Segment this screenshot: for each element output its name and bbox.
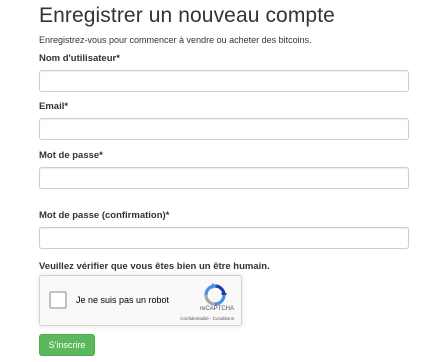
password-confirm-input[interactable]: [39, 227, 409, 249]
password-group: Mot de passe*: [39, 150, 409, 189]
recaptcha-widget: Je ne suis pas un robot reCAPTCHA Confid…: [39, 275, 242, 326]
human-check-note: Veuillez vérifier que vous êtes bien un …: [39, 261, 270, 272]
username-input[interactable]: [39, 70, 409, 92]
page-subtitle: Enregistrez-vous pour commencer à vendre…: [39, 35, 312, 45]
recaptcha-checkbox-label: Je ne suis pas un robot: [76, 295, 170, 305]
username-label: Nom d'utilisateur*: [39, 53, 120, 64]
register-page: Enregistrer un nouveau compte Enregistre…: [39, 0, 411, 356]
recaptcha-logo-icon: [204, 283, 227, 306]
password-confirm-label: Mot de passe (confirmation)*: [39, 210, 170, 221]
page-title: Enregistrer un nouveau compte: [39, 4, 335, 27]
recaptcha-brand: reCAPTCHA: [199, 306, 234, 312]
email-label: Email*: [39, 101, 69, 112]
email-group: Email*: [39, 101, 409, 140]
password-confirm-group: Mot de passe (confirmation)*: [39, 210, 409, 249]
recaptcha-checkbox[interactable]: [49, 291, 67, 309]
username-group: Nom d'utilisateur*: [39, 53, 409, 92]
email-input[interactable]: [39, 118, 409, 140]
password-input[interactable]: [39, 167, 409, 189]
recaptcha-privacy-terms-links[interactable]: Confidentialité - Conditions: [180, 316, 234, 322]
register-submit-button[interactable]: S'inscrire: [39, 334, 95, 356]
password-label: Mot de passe*: [39, 150, 103, 161]
